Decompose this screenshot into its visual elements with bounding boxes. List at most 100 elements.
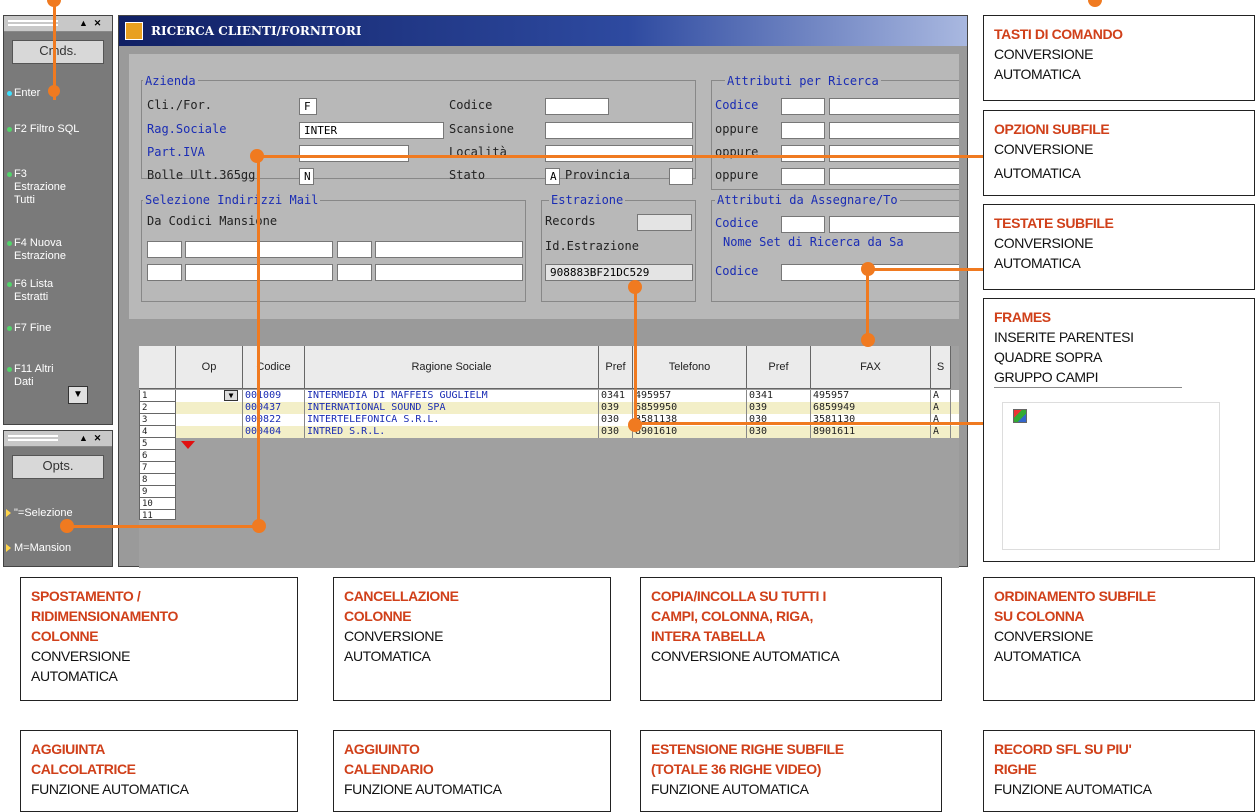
cmds-titlebar[interactable]: ▲ ✕ (4, 16, 112, 32)
mansione-field-3[interactable] (337, 241, 372, 258)
codice-field[interactable] (545, 98, 609, 115)
op-cell[interactable] (176, 402, 243, 414)
pref-fax-cell[interactable]: 0341 (747, 390, 811, 402)
cmd-f7[interactable]: F7 Fine (7, 322, 51, 335)
codice-cell[interactable]: 001009 (243, 390, 305, 402)
cmd-f11[interactable]: F11 Altri Dati (7, 363, 66, 389)
mansione-field-8[interactable] (375, 264, 523, 281)
callout-title: RIGHE (994, 761, 1037, 777)
ragione-cell[interactable]: INTERNATIONAL SOUND SPA (305, 402, 599, 414)
ragione-cell[interactable]: INTRED S.R.L. (305, 426, 599, 438)
bolle-field[interactable]: N (299, 168, 314, 185)
op-dropdown[interactable]: ▼ (176, 390, 243, 402)
bolle-label: Bolle Ult.365gg (147, 168, 256, 182)
codice-cell[interactable]: 000437 (243, 402, 305, 414)
header-op[interactable]: Op (176, 346, 243, 389)
ragione-cell[interactable]: INTERTELEFONICA S.R.L. (305, 414, 599, 426)
fax-cell[interactable]: 8901611 (811, 426, 931, 438)
pref-fax-cell[interactable]: 030 (747, 426, 811, 438)
attr-codice-field-1[interactable] (781, 98, 825, 115)
callout-title: INTERA TABELLA (651, 628, 766, 644)
provincia-field[interactable] (669, 168, 693, 185)
callout-testate: TESTATE SUBFILE CONVERSIONE AUTOMATICA (983, 204, 1255, 290)
header-pref[interactable]: Pref (599, 346, 633, 389)
header-codice[interactable]: Codice (243, 346, 305, 389)
cli-for-field[interactable]: F (299, 98, 317, 115)
cmd-f4[interactable]: F4 Nuova Estrazione (7, 237, 84, 263)
opt-selezione[interactable]: "=Selezione (6, 507, 73, 519)
pref-fax-cell[interactable]: 039 (747, 402, 811, 414)
mansione-field-5[interactable] (147, 264, 182, 281)
frame-azienda-label: Azienda (143, 74, 198, 88)
opts-button[interactable]: Opts. (12, 455, 104, 479)
callout-calcolatrice: AGGIUINTA CALCOLATRICE FUNZIONE AUTOMATI… (20, 730, 298, 812)
table-row[interactable]: 2 000437 INTERNATIONAL SOUND SPA 039 685… (139, 402, 959, 414)
ragione-cell[interactable]: INTERMEDIA DI MAFFEIS GUGLIELM (305, 390, 599, 402)
triangle-icon (6, 509, 11, 517)
close-icon[interactable]: ✕ (92, 18, 103, 29)
connector-line (866, 269, 869, 339)
header-s[interactable]: S (931, 346, 951, 389)
callout-text: AUTOMATICA (994, 648, 1081, 664)
oppure-field-3a[interactable] (781, 168, 825, 185)
localita-field[interactable] (545, 145, 693, 162)
scansione-label: Scansione (449, 122, 515, 136)
oppure-field-2a[interactable] (781, 145, 825, 162)
mansione-field-1[interactable] (147, 241, 182, 258)
mansione-field-7[interactable] (337, 264, 372, 281)
s-cell[interactable]: A (931, 426, 951, 438)
op-cell[interactable] (176, 426, 243, 438)
close-icon[interactable]: ✕ (92, 433, 103, 444)
table-row[interactable]: 4 000404 INTRED S.R.L. 030 8901610 030 8… (139, 426, 959, 438)
minimize-icon[interactable]: ▲ (78, 433, 89, 444)
oppure-field-2b[interactable] (829, 145, 959, 162)
cmd-f2[interactable]: F2 Filtro SQL (7, 123, 84, 136)
attr-codice-field-2[interactable] (829, 98, 959, 115)
op-cell[interactable] (176, 414, 243, 426)
opt-mansione[interactable]: M=Mansion (6, 542, 71, 554)
cmd-enter[interactable]: Enter (7, 87, 40, 100)
stato-field[interactable]: A (545, 168, 560, 185)
callout-text: INSERITE PARENTESI (994, 329, 1134, 345)
telefono-cell[interactable]: 495957 (633, 390, 747, 402)
fax-cell[interactable]: 495957 (811, 390, 931, 402)
nome-set-codice-label: Codice (715, 264, 759, 278)
header-telefono[interactable]: Telefono (633, 346, 747, 389)
callout-title: TESTATE SUBFILE (994, 215, 1114, 231)
fax-cell[interactable]: 6859949 (811, 402, 931, 414)
pref-cell[interactable]: 039 (599, 402, 633, 414)
oppure-field-3b[interactable] (829, 168, 959, 185)
header-ragione-sociale[interactable]: Ragione Sociale (305, 346, 599, 389)
table-row[interactable]: 1 ▼ 001009 INTERMEDIA DI MAFFEIS GUGLIEL… (139, 390, 959, 402)
cmd-f3[interactable]: F3 Estrazione Tutti (7, 168, 74, 207)
header-fax[interactable]: FAX (811, 346, 931, 389)
chevron-down-icon[interactable]: ▼ (224, 390, 238, 401)
oppure-field-1a[interactable] (781, 122, 825, 139)
codice-cell[interactable]: 000822 (243, 414, 305, 426)
header-pref-fax[interactable]: Pref (747, 346, 811, 389)
cmds-button[interactable]: Cmds. (12, 40, 104, 64)
telefono-cell[interactable]: 8901610 (633, 426, 747, 438)
callout-title: AGGIUINTO (344, 741, 420, 757)
row-number: 6 (139, 450, 176, 462)
scroll-down-button[interactable]: ▼ (68, 386, 88, 404)
minimize-icon[interactable]: ▲ (78, 18, 89, 29)
rag-sociale-field[interactable]: INTER (299, 122, 444, 139)
scansione-field[interactable] (545, 122, 693, 139)
partita-iva-field[interactable] (299, 145, 409, 162)
telefono-cell[interactable]: 6859950 (633, 402, 747, 414)
cmd-f6[interactable]: F6 Lista Estratti (7, 278, 74, 304)
oppure-field-1b[interactable] (829, 122, 959, 139)
codice-cell[interactable]: 000404 (243, 426, 305, 438)
mansione-field-4[interactable] (375, 241, 523, 258)
assegnare-codice-field-1[interactable] (781, 216, 825, 233)
assegnare-codice-field-2[interactable] (829, 216, 959, 233)
callout-tasti: TASTI DI COMANDO CONVERSIONE AUTOMATICA (983, 15, 1255, 101)
pref-cell[interactable]: 0341 (599, 390, 633, 402)
window-titlebar[interactable]: RICERCA CLIENTI/FORNITORI (119, 16, 967, 46)
opts-titlebar[interactable]: ▲ ✕ (4, 431, 112, 447)
callout-text: CONVERSIONE (994, 628, 1094, 644)
callout-ordinamento: ORDINAMENTO SUBFILE SU COLONNA CONVERSIO… (983, 577, 1255, 701)
s-cell[interactable]: A (931, 390, 951, 402)
s-cell[interactable]: A (931, 402, 951, 414)
